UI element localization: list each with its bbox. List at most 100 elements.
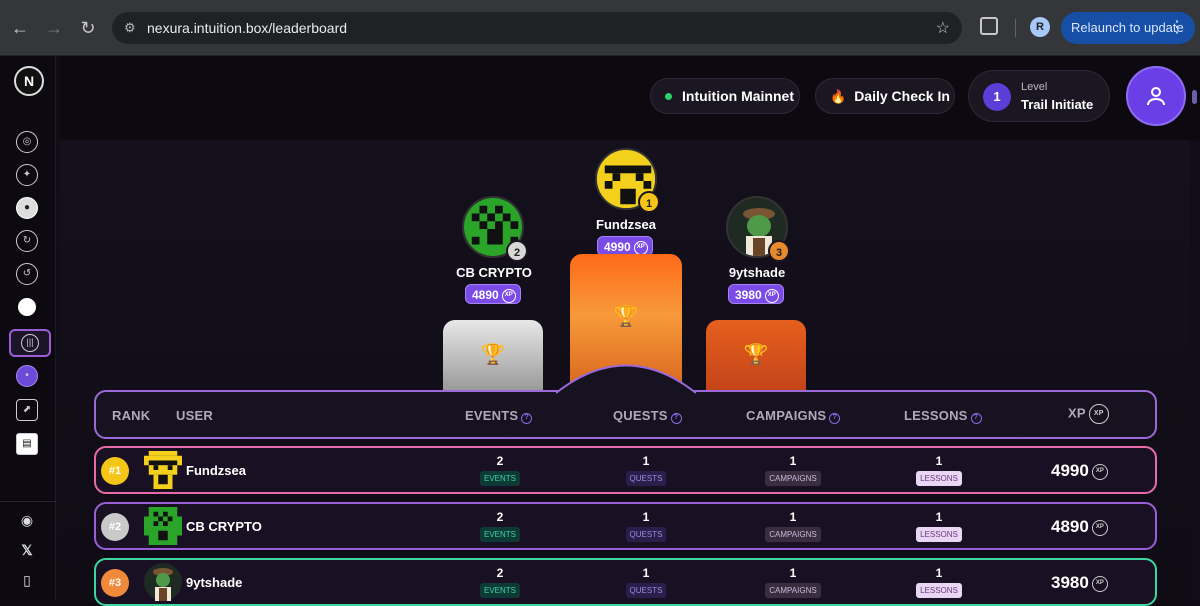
quests-count: 1 (642, 566, 650, 580)
sidebar-item-profile[interactable]: • (16, 365, 38, 387)
campaigns-count: 1 (789, 510, 797, 524)
sidebar-item-explore[interactable]: ✦ (16, 164, 38, 186)
network-pill[interactable]: Intuition Mainnet (650, 78, 800, 114)
header-campaigns-label: CAMPAIGNS (746, 408, 827, 423)
daily-checkin-button[interactable]: 🔥 Daily Check In (815, 78, 955, 114)
help-icon[interactable]: ? (829, 413, 841, 424)
campaign-icon: ↺ (22, 268, 32, 279)
podium-rank-second: 2 (506, 240, 528, 262)
divider (1015, 19, 1016, 37)
sidebar-item-analytics[interactable]: ⬈ (16, 399, 38, 421)
header-campaigns[interactable]: CAMPAIGNS? (746, 408, 841, 424)
bookmark-star-icon[interactable]: ☆ (936, 18, 950, 38)
xp-value: 4890 (472, 288, 499, 302)
xp-coin-icon: XP (1091, 463, 1108, 480)
forward-icon[interactable]: → (42, 16, 66, 40)
user-icon (1147, 87, 1165, 106)
user-name[interactable]: 9ytshade (186, 575, 242, 590)
quests-cell: 1 QUESTS (611, 454, 681, 486)
quests-tag: QUESTS (625, 583, 667, 598)
fire-icon: 🔥 (830, 89, 847, 104)
reload-icon[interactable]: ↻ (76, 16, 100, 40)
trophy-icon: 🏆 (480, 344, 506, 366)
podium-block-second: 🏆 (443, 320, 543, 390)
campaigns-tag: CAMPAIGNS (765, 527, 821, 542)
podium-arch (556, 364, 696, 394)
back-icon[interactable]: ← (8, 16, 32, 40)
header-quests[interactable]: QUESTS? (613, 408, 682, 424)
xp-value: 4890 (1051, 517, 1089, 536)
scrollbar[interactable] (1192, 90, 1197, 104)
sidebar-item-portal[interactable] (18, 298, 36, 316)
events-cell: 2 EVENTS (465, 566, 535, 598)
x-icon[interactable]: 𝕏 (18, 541, 36, 559)
docs-icon[interactable]: ▯ (18, 571, 36, 589)
user-name[interactable]: Fundzsea (186, 463, 246, 478)
help-icon[interactable]: ? (670, 413, 682, 424)
document-icon: ▤ (22, 438, 32, 449)
address-bar[interactable]: ⚙ nexura.intuition.box/leaderboard ☆ (112, 12, 962, 44)
sidebar: N ◎ ✦ ● ↻ ↺ ||| • ⬈ ▤ ◉ 𝕏 ▯ (0, 56, 56, 601)
lessons-tag: LESSONS (916, 583, 962, 598)
table-row[interactable]: #3 9ytshade 2 EVENTS 1 QUESTS 1 CAMPAIGNS 1… (94, 558, 1157, 606)
discord-icon[interactable]: ◉ (18, 511, 36, 529)
campaigns-count: 1 (789, 566, 797, 580)
xp-coin-icon: XP (1091, 575, 1108, 592)
lessons-cell: 1 LESSONS (904, 454, 974, 486)
row-avatar (144, 451, 182, 489)
events-cell: 2 EVENTS (465, 454, 535, 486)
xp-coin-icon: XP (1088, 404, 1109, 424)
profile-button[interactable] (1126, 66, 1186, 126)
level-number: 1 (983, 83, 1011, 111)
table-row[interactable]: #2 CB CRYPTO 2 EVENTS 1 QUESTS 1 CAMPAIGNS … (94, 502, 1157, 550)
podium-block-third: 🏆 (706, 320, 806, 390)
header-rank: RANK (112, 408, 151, 423)
header-events[interactable]: EVENTS? (465, 408, 533, 424)
xp-coin-icon: XP (764, 288, 779, 303)
table-row[interactable]: #1 Fundzsea 2 EVENTS 1 QUESTS 1 CAMPAIGNS 1… (94, 446, 1157, 494)
extensions-icon[interactable] (980, 17, 998, 35)
campaigns-tag: CAMPAIGNS (765, 583, 821, 598)
divider (0, 501, 56, 502)
quests-tag: QUESTS (625, 471, 667, 486)
events-tag: EVENTS (479, 583, 520, 598)
quest-icon: ↻ (22, 235, 32, 246)
level-badge[interactable]: 1 Level Trail Initiate (968, 70, 1110, 122)
sidebar-item-quests[interactable]: ↻ (16, 230, 38, 252)
events-count: 2 (496, 510, 504, 524)
quests-tag: QUESTS (625, 527, 667, 542)
help-icon[interactable]: ? (970, 413, 982, 424)
sidebar-item-home[interactable]: ◎ (16, 131, 38, 153)
events-count: 2 (496, 566, 504, 580)
xp-coin-icon: XP (501, 288, 516, 303)
events-tag: EVENTS (479, 471, 520, 486)
lessons-tag: LESSONS (916, 527, 962, 542)
sidebar-item-leaderboard[interactable]: ||| (9, 329, 51, 357)
header-xp-label: XP (1068, 405, 1086, 421)
sidebar-item-docs[interactable]: ▤ (16, 433, 38, 455)
status-dot (665, 93, 672, 101)
url-text: nexura.intuition.box/leaderboard (147, 20, 348, 36)
top-bar: Intuition Mainnet 🔥 Daily Check In 1 Leve… (60, 56, 1200, 140)
campaigns-count: 1 (789, 454, 797, 468)
quests-count: 1 (642, 510, 650, 524)
help-icon[interactable]: ? (521, 413, 533, 424)
header-user: USER (176, 408, 213, 423)
sidebar-item-community[interactable]: ● (16, 197, 38, 219)
user-name[interactable]: CB CRYPTO (186, 519, 262, 534)
profile-avatar[interactable]: R (1030, 17, 1050, 37)
header-lessons[interactable]: LESSONS? (904, 408, 982, 424)
events-cell: 2 EVENTS (465, 510, 535, 542)
site-settings-icon[interactable]: ⚙ (124, 20, 140, 36)
header-events-label: EVENTS (465, 408, 519, 423)
nexura-logo[interactable]: N (14, 66, 44, 96)
header-xp: XP XP (1068, 404, 1109, 424)
header-quests-label: QUESTS (613, 408, 668, 423)
chart-icon: ⬈ (22, 404, 32, 415)
sidebar-item-campaigns[interactable]: ↺ (16, 263, 38, 285)
more-icon[interactable]: ⋮ (1169, 12, 1185, 44)
xp-coin-icon: XP (633, 240, 648, 255)
rank-badge: #3 (101, 569, 129, 597)
home-icon: ◎ (22, 136, 32, 147)
relaunch-button[interactable]: Relaunch to update ⋮ (1061, 12, 1195, 44)
